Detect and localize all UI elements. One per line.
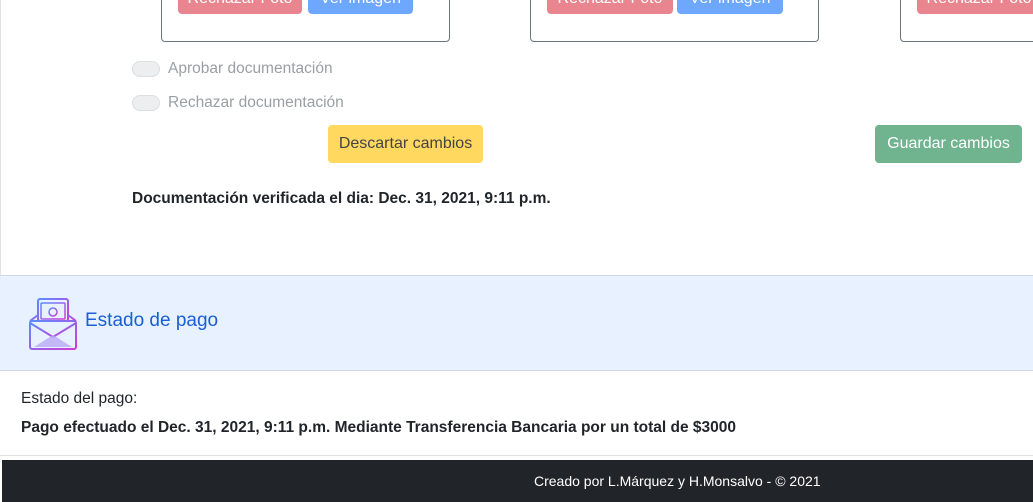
- approve-radio[interactable]: [132, 61, 160, 77]
- footer-credits: Creado por L.Márquez y H.Monsalvo - © 20…: [534, 473, 821, 489]
- approve-option[interactable]: Aprobar documentación: [132, 60, 333, 78]
- discard-changes-button[interactable]: Descartar cambios: [328, 125, 483, 163]
- reject-radio[interactable]: [132, 95, 160, 111]
- footer: Creado por L.Márquez y H.Monsalvo - © 20…: [2, 460, 1033, 502]
- divider: [0, 455, 1033, 456]
- save-changes-button[interactable]: Guardar cambios: [875, 125, 1022, 163]
- reject-option[interactable]: Rechazar documentación: [132, 94, 344, 112]
- reject-photo-button[interactable]: Rechazar Foto: [178, 0, 302, 14]
- verified-date-text: Documentación verificada el dia: Dec. 31…: [132, 190, 551, 207]
- view-image-button[interactable]: Ver imagen: [677, 0, 783, 14]
- reject-label: Rechazar documentación: [168, 94, 344, 111]
- photo-card-2: Rechazar Foto Ver imagen: [530, 0, 819, 42]
- payment-header: Estado de pago: [0, 275, 1033, 371]
- payment-section-title: Estado de pago: [85, 310, 219, 331]
- reject-photo-button[interactable]: Rechazar Foto: [917, 0, 1033, 14]
- view-image-button[interactable]: Ver imagen: [308, 0, 413, 14]
- approve-label: Aprobar documentación: [168, 60, 333, 77]
- content-border: [0, 0, 1, 275]
- money-envelope-icon: [29, 298, 77, 350]
- photo-card-3: Rechazar Foto: [900, 0, 1033, 42]
- payment-status-text: Pago efectuado el Dec. 31, 2021, 9:11 p.…: [21, 419, 737, 436]
- reject-photo-button[interactable]: Rechazar Foto: [547, 0, 673, 14]
- photo-card-1: Rechazar Foto Ver imagen: [161, 0, 450, 42]
- payment-status-label: Estado del pago:: [21, 390, 138, 407]
